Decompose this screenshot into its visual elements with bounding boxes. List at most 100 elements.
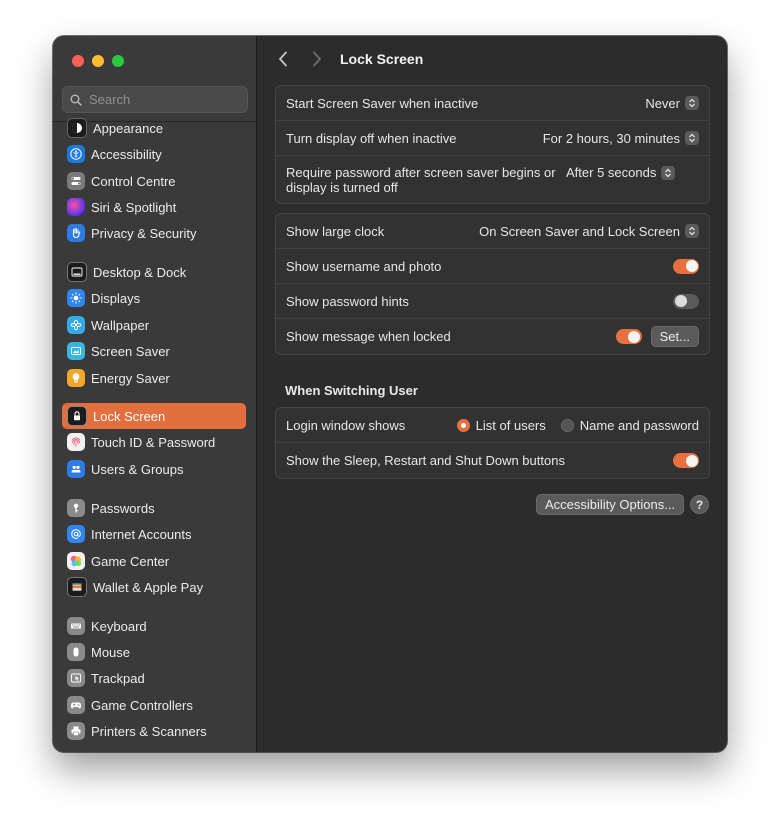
sidebar-item-siri-spotlight[interactable]: Siri & Spotlight xyxy=(62,194,246,220)
sidebar-item-control-centre[interactable]: Control Centre xyxy=(62,168,246,194)
gamepad-icon xyxy=(67,696,85,714)
sidebar-item-displays[interactable]: Displays xyxy=(62,285,246,311)
sidebar-item-users-groups[interactable]: Users & Groups xyxy=(62,456,246,482)
chevron-left-icon xyxy=(279,51,287,67)
sidebar-item-appearance[interactable]: Appearance xyxy=(62,115,246,141)
sidebar-item-label: Desktop & Dock xyxy=(93,264,187,280)
at-icon xyxy=(67,525,85,543)
updown-chevron-icon xyxy=(685,96,699,110)
sidebar-item-energy-saver[interactable]: Energy Saver xyxy=(62,365,246,391)
sidebar-item-label: Screen Saver xyxy=(91,343,170,359)
sidebar-item-keyboard[interactable]: Keyboard xyxy=(62,613,246,639)
sidebar-item-internet-accounts[interactable]: Internet Accounts xyxy=(62,521,246,547)
hand-icon xyxy=(67,224,85,242)
display-off-value: For 2 hours, 30 minutes xyxy=(542,130,680,146)
sidebar-item-label: Printers & Scanners xyxy=(91,723,207,739)
radio-name-password[interactable]: Name and password xyxy=(560,417,699,433)
lock-screen-options-group: Show large clock On Screen Saver and Loc… xyxy=(275,213,710,355)
display-off-select[interactable]: For 2 hours, 30 minutes xyxy=(543,131,699,146)
sidebar-item-label: Keyboard xyxy=(91,618,147,634)
username-photo-toggle[interactable] xyxy=(673,258,699,274)
sidebar-item-label: Users & Groups xyxy=(91,461,184,477)
sidebar-item-label: Appearance xyxy=(93,120,164,136)
password-hints-toggle[interactable] xyxy=(673,293,699,309)
back-button[interactable] xyxy=(278,51,288,72)
radio-selected-indicator xyxy=(456,418,470,432)
sidebar-item-printers-scanners[interactable]: Printers & Scanners xyxy=(62,718,246,744)
screen-saver-select[interactable]: Never xyxy=(645,96,699,111)
set-message-button[interactable]: Set... xyxy=(650,326,699,347)
large-clock-row: Show large clock On Screen Saver and Loc… xyxy=(276,214,709,249)
page-title: Lock Screen xyxy=(340,51,424,67)
sidebar-item-label: Lock Screen xyxy=(93,408,166,424)
radio-name-label: Name and password xyxy=(579,417,699,433)
sidebar-item-accessibility[interactable]: Accessibility xyxy=(62,141,246,167)
chevron-right-icon xyxy=(313,51,321,67)
flower-icon xyxy=(67,316,85,334)
sidebar-item-label: Wallpaper xyxy=(91,317,150,333)
password-hints-row: Show password hints xyxy=(276,284,709,319)
sidebar-item-mouse[interactable]: Mouse xyxy=(62,639,246,665)
trackpad-icon xyxy=(67,669,85,687)
sidebar-item-passwords[interactable]: Passwords xyxy=(62,495,246,521)
users-icon xyxy=(67,460,85,478)
sidebar: Appearance Accessibility Control Centre … xyxy=(53,36,257,752)
require-password-value: After 5 seconds xyxy=(566,165,657,180)
siri-icon xyxy=(67,198,85,216)
username-photo-label: Show username and photo xyxy=(286,258,442,274)
screen-saver-label: Start Screen Saver when inactive xyxy=(286,95,479,111)
printer-icon xyxy=(67,722,85,740)
display-off-row: Turn display off when inactive For 2 hou… xyxy=(276,121,709,156)
sidebar-item-wallet[interactable]: Wallet & Apple Pay xyxy=(62,574,246,600)
appearance-icon xyxy=(67,118,87,138)
sidebar-item-label: Touch ID & Password xyxy=(91,434,216,450)
lightbulb-icon xyxy=(67,369,85,387)
screen-saver-row: Start Screen Saver when inactive Never xyxy=(276,86,709,121)
sidebar-item-wallpaper[interactable]: Wallpaper xyxy=(62,312,246,338)
sidebar-item-label: Wallet & Apple Pay xyxy=(93,579,204,595)
sidebar-item-label: Control Centre xyxy=(91,173,176,189)
screen-saver-icon xyxy=(67,342,85,360)
large-clock-value: On Screen Saver and Lock Screen xyxy=(479,223,680,239)
large-clock-select[interactable]: On Screen Saver and Lock Screen xyxy=(479,224,699,239)
sidebar-item-label: Mouse xyxy=(91,644,131,660)
sleep-restart-toggle[interactable] xyxy=(673,453,699,468)
help-button[interactable]: ? xyxy=(690,495,709,514)
window-controls xyxy=(72,55,124,67)
sidebar-item-touch-id[interactable]: Touch ID & Password xyxy=(62,429,246,455)
radio-list-of-users[interactable]: List of users xyxy=(456,417,546,433)
sidebar-item-label: Accessibility xyxy=(91,146,162,162)
switching-user-group: Login window shows List of users Name an… xyxy=(275,407,710,479)
sidebar-item-desktop-dock[interactable]: Desktop & Dock xyxy=(62,259,246,285)
settings-window: Appearance Accessibility Control Centre … xyxy=(53,36,727,752)
require-password-select[interactable]: After 5 seconds xyxy=(566,165,676,180)
zoom-window-button[interactable] xyxy=(112,55,124,67)
sidebar-item-label: Siri & Spotlight xyxy=(91,199,177,215)
radio-unselected-indicator xyxy=(560,418,574,432)
updown-chevron-icon xyxy=(685,131,699,145)
sidebar-item-trackpad[interactable]: Trackpad xyxy=(62,665,246,691)
radio-list-label: List of users xyxy=(475,417,546,433)
sleep-restart-label: Show the Sleep, Restart and Shut Down bu… xyxy=(286,453,565,468)
sidebar-item-privacy-security[interactable]: Privacy & Security xyxy=(62,220,246,246)
main-panel: Lock Screen Start Screen Saver when inac… xyxy=(257,36,727,752)
close-window-button[interactable] xyxy=(72,55,84,67)
login-window-row: Login window shows List of users Name an… xyxy=(276,408,709,443)
username-photo-row: Show username and photo xyxy=(276,249,709,284)
sidebar-item-label: Trackpad xyxy=(91,670,145,686)
search-input[interactable] xyxy=(87,91,241,108)
sidebar-item-game-controllers[interactable]: Game Controllers xyxy=(62,692,246,718)
sidebar-item-label: Internet Accounts xyxy=(91,526,192,542)
password-hints-label: Show password hints xyxy=(286,293,409,309)
sidebar-item-lock-screen[interactable]: Lock Screen xyxy=(62,403,246,429)
search-field[interactable] xyxy=(62,86,248,113)
sidebar-item-label: Game Center xyxy=(91,553,170,569)
forward-button[interactable] xyxy=(312,51,322,72)
message-locked-toggle[interactable] xyxy=(615,329,642,344)
sidebar-item-screen-saver[interactable]: Screen Saver xyxy=(62,338,246,364)
accessibility-options-button[interactable]: Accessibility Options... xyxy=(536,494,685,515)
sidebar-item-game-center[interactable]: Game Center xyxy=(62,548,246,574)
display-off-label: Turn display off when inactive xyxy=(286,130,457,146)
sleep-restart-row: Show the Sleep, Restart and Shut Down bu… xyxy=(276,443,709,478)
minimize-window-button[interactable] xyxy=(92,55,104,67)
